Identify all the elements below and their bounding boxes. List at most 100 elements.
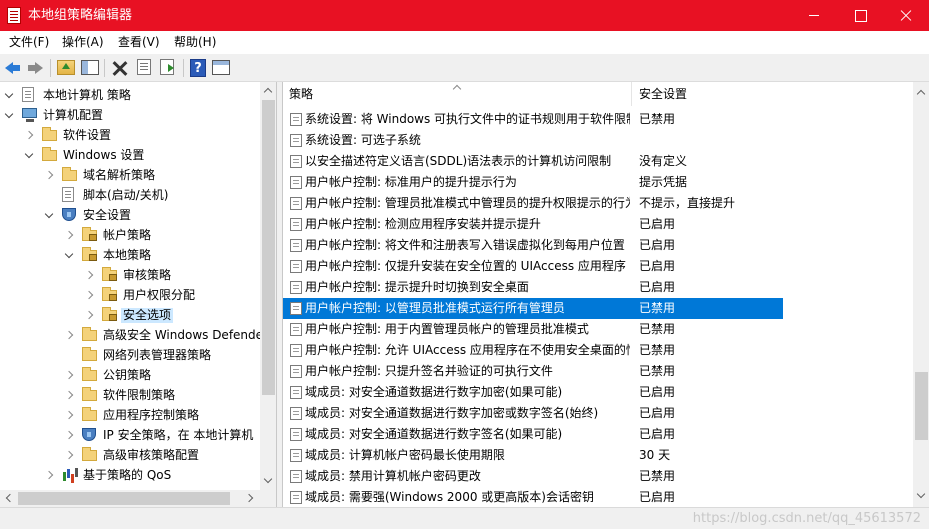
expand-chevron-icon[interactable] xyxy=(66,451,74,459)
minimize-button[interactable] xyxy=(791,0,837,31)
tree-horizontal-scrollbar[interactable] xyxy=(0,490,260,507)
policy-name: 用户帐户控制: 用于内置管理员帐户的管理员批准模式 xyxy=(305,322,589,336)
column-header-policy[interactable]: 策略 xyxy=(283,82,632,106)
policy-row[interactable]: 域成员: 禁用计算机帐户密码更改 已禁用 xyxy=(283,466,783,487)
export-list-icon[interactable] xyxy=(160,59,174,75)
tree-item-network-list-manager[interactable]: 网络列表管理器策略 xyxy=(0,345,260,365)
policy-name: 用户帐户控制: 检测应用程序安装并提示提升 xyxy=(305,217,541,231)
tree-item-advanced-audit[interactable]: 高级审核策略配置 xyxy=(0,445,260,465)
policy-row[interactable]: 用户帐户控制: 检测应用程序安装并提示提升 已启用 xyxy=(283,214,783,235)
tree-item-security-options[interactable]: 安全选项 xyxy=(0,305,260,325)
properties-icon[interactable] xyxy=(137,59,151,75)
policy-row[interactable]: 用户帐户控制: 仅提升安装在安全位置的 UIAccess 应用程序 已启用 xyxy=(283,256,783,277)
menu-file[interactable]: 文件(F) xyxy=(9,35,49,50)
policy-name: 用户帐户控制: 提示提升时切换到安全桌面 xyxy=(305,280,529,294)
tree-item-name-resolution-policy[interactable]: 域名解析策略 xyxy=(0,165,260,185)
scroll-down-arrow-icon[interactable] xyxy=(260,473,276,490)
expand-chevron-icon[interactable] xyxy=(46,171,54,179)
policy-row[interactable]: 用户帐户控制: 将文件和注册表写入错误虚拟化到每用户位置 已启用 xyxy=(283,235,783,256)
policy-row[interactable]: 域成员: 计算机帐户密码最长使用期限 30 天 xyxy=(283,445,783,466)
policy-row[interactable]: 用户帐户控制: 只提升签名并验证的可执行文件 已禁用 xyxy=(283,361,783,382)
menu-help[interactable]: 帮助(H) xyxy=(174,35,216,50)
document-icon xyxy=(62,187,74,202)
scroll-up-arrow-icon[interactable] xyxy=(913,84,929,101)
tree-root-local-computer-policy[interactable]: 本地计算机 策略 xyxy=(0,85,260,105)
column-header-security-setting[interactable]: 安全设置 xyxy=(633,82,783,106)
policy-row[interactable]: 系统设置: 将 Windows 可执行文件中的证书规则用于软件限制策略 已禁用 xyxy=(283,109,783,130)
expand-chevron-icon[interactable] xyxy=(86,271,94,279)
tree-item-user-rights-assignment[interactable]: 用户权限分配 xyxy=(0,285,260,305)
expand-chevron-icon[interactable] xyxy=(66,231,74,239)
tree-item-windows-settings[interactable]: Windows 设置 xyxy=(0,145,260,165)
menu-action[interactable]: 操作(A) xyxy=(62,35,104,50)
lock-folder-icon xyxy=(82,247,97,261)
security-setting-value: 已禁用 xyxy=(639,343,676,357)
lock-folder-icon xyxy=(102,287,117,301)
policy-row[interactable]: 以安全描述符定义语言(SDDL)语法表示的计算机访问限制 没有定义 xyxy=(283,151,783,172)
menu-view[interactable]: 查看(V) xyxy=(118,35,160,50)
expand-chevron-icon[interactable] xyxy=(66,391,74,399)
tree-item-application-control[interactable]: 应用程序控制策略 xyxy=(0,405,260,425)
policy-list-pane[interactable]: 策略 安全设置 系统设置: 将 Windows 可执行文件中的证书规则用于软件限… xyxy=(282,82,929,507)
scroll-right-arrow-icon[interactable] xyxy=(243,490,260,507)
close-button[interactable] xyxy=(883,0,929,31)
policy-row[interactable]: 域成员: 需要强(Windows 2000 或更高版本)会话密钥 已启用 xyxy=(283,487,783,507)
tree-item-software-settings[interactable]: 软件设置 xyxy=(0,125,260,145)
policy-row[interactable]: 域成员: 对安全通道数据进行数字签名(如果可能) 已启用 xyxy=(283,424,783,445)
scroll-thumb-horizontal[interactable] xyxy=(18,492,230,505)
delete-icon[interactable] xyxy=(110,58,130,78)
list-vertical-scrollbar[interactable] xyxy=(913,82,929,507)
scroll-left-arrow-icon[interactable] xyxy=(0,490,17,507)
policy-row[interactable]: 用户帐户控制: 标准用户的提升提示行为 提示凭据 xyxy=(283,172,783,193)
expand-chevron-icon[interactable] xyxy=(66,431,74,439)
scroll-up-arrow-icon[interactable] xyxy=(260,82,276,99)
maximize-button[interactable] xyxy=(837,0,883,31)
help-icon[interactable]: ? xyxy=(190,59,206,77)
scroll-down-arrow-icon[interactable] xyxy=(913,488,929,505)
tree-vertical-scrollbar[interactable] xyxy=(260,82,276,507)
folder-icon xyxy=(42,147,57,161)
security-setting-value: 已启用 xyxy=(639,490,676,504)
tree-item-label: 帐户策略 xyxy=(103,228,152,242)
policy-row[interactable]: 用户帐户控制: 以管理员批准模式运行所有管理员 已禁用 xyxy=(283,298,783,319)
forward-arrow-icon[interactable] xyxy=(25,58,45,78)
expand-chevron-icon[interactable] xyxy=(66,371,74,379)
show-hide-tree-icon[interactable] xyxy=(81,60,99,75)
expand-chevron-icon[interactable] xyxy=(66,331,74,339)
expand-chevron-icon[interactable] xyxy=(26,131,34,139)
tree-item-scripts[interactable]: 脚本(启动/关机) xyxy=(0,185,260,205)
policy-row[interactable]: 用户帐户控制: 管理员批准模式中管理员的提升权限提示的行为 不提示，直接提升 xyxy=(283,193,783,214)
tree-item-windows-defender-firewall[interactable]: 高级安全 Windows Defender xyxy=(0,325,268,345)
view-pane-icon[interactable] xyxy=(212,60,230,75)
expand-chevron-icon[interactable] xyxy=(46,471,54,479)
tree-item-local-policies[interactable]: 本地策略 xyxy=(0,245,260,265)
expand-chevron-icon[interactable] xyxy=(86,291,94,299)
tree-item-policy-based-qos[interactable]: 基于策略的 QoS xyxy=(0,465,260,485)
tree-item-ip-security-policies[interactable]: IP 安全策略，在 本地计算机 xyxy=(0,425,260,445)
tree-item-computer-configuration[interactable]: 计算机配置 xyxy=(0,105,260,125)
up-folder-icon[interactable] xyxy=(57,60,75,75)
policy-row[interactable]: 系统设置: 可选子系统 xyxy=(283,130,783,151)
collapse-chevron-icon[interactable] xyxy=(6,111,14,119)
tree-item-software-restriction[interactable]: 软件限制策略 xyxy=(0,385,260,405)
collapse-chevron-icon[interactable] xyxy=(26,151,34,159)
policy-row[interactable]: 用户帐户控制: 用于内置管理员帐户的管理员批准模式 已禁用 xyxy=(283,319,783,340)
expand-chevron-icon[interactable] xyxy=(66,411,74,419)
tree-item-audit-policy[interactable]: 审核策略 xyxy=(0,265,260,285)
security-setting-value: 已禁用 xyxy=(639,364,676,378)
policy-row[interactable]: 用户帐户控制: 允许 UIAccess 应用程序在不使用安全桌面的情况下提升权限… xyxy=(283,340,783,361)
collapse-chevron-icon[interactable] xyxy=(46,211,54,219)
collapse-chevron-icon[interactable] xyxy=(66,251,74,259)
tree-item-security-settings[interactable]: 安全设置 xyxy=(0,205,260,225)
tree-item-account-policies[interactable]: 帐户策略 xyxy=(0,225,260,245)
scroll-thumb[interactable] xyxy=(915,372,928,440)
policy-row[interactable]: 用户帐户控制: 提示提升时切换到安全桌面 已启用 xyxy=(283,277,783,298)
tree-item-public-key-policies[interactable]: 公钥策略 xyxy=(0,365,260,385)
policy-row[interactable]: 域成员: 对安全通道数据进行数字加密(如果可能) 已启用 xyxy=(283,382,783,403)
back-arrow-icon[interactable] xyxy=(3,58,23,78)
tree-pane[interactable]: 本地计算机 策略 计算机配置 软件设置 Windows 设置 域名解析策略 脚本(启动/关… xyxy=(0,82,277,507)
expand-chevron-icon[interactable] xyxy=(86,311,94,319)
policy-row[interactable]: 域成员: 对安全通道数据进行数字加密或数字签名(始终) 已启用 xyxy=(283,403,783,424)
scroll-thumb[interactable] xyxy=(262,100,275,395)
collapse-chevron-icon[interactable] xyxy=(6,91,14,99)
